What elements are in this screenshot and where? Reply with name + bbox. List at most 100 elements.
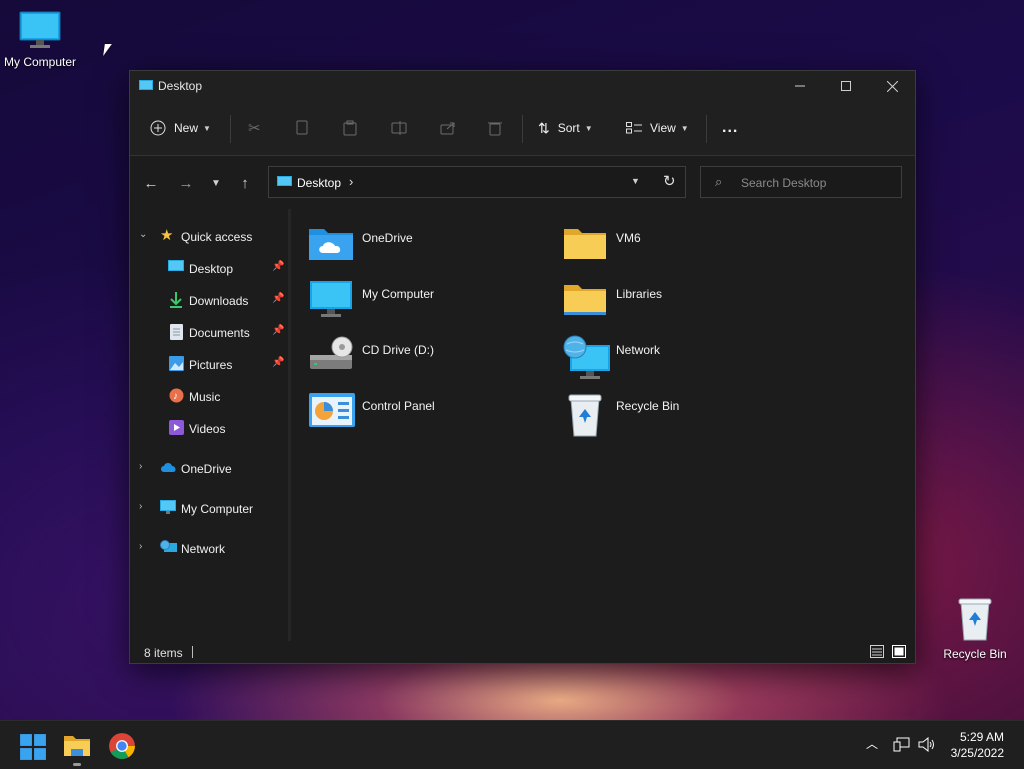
breadcrumb[interactable]: Desktop (297, 176, 341, 190)
chevron-right-icon[interactable]: › (139, 461, 142, 472)
forward-button[interactable]: → (175, 172, 197, 194)
close-button[interactable] (869, 71, 915, 101)
sort-icon: ⇅ (538, 119, 550, 136)
scissors-icon: ✂ (248, 120, 261, 137)
onedrive-folder-icon (309, 229, 353, 260)
sidebar-item-quick-access[interactable]: ⌄ ★ Quick access (130, 222, 288, 250)
details-view-icon[interactable] (870, 645, 884, 658)
file-item-libraries[interactable]: Libraries (562, 279, 802, 329)
show-hidden-icons-icon[interactable]: ︿ (866, 735, 878, 752)
sidebar-item-label: Network (181, 542, 226, 556)
paste-button[interactable] (343, 113, 357, 143)
chevron-right-icon[interactable]: › (139, 541, 142, 552)
sidebar-item-my-computer[interactable]: › My Computer (130, 494, 288, 522)
sidebar-item-videos[interactable]: Videos (130, 414, 288, 442)
sidebar-item-onedrive[interactable]: › OneDrive (130, 454, 288, 482)
cut-button[interactable]: ✂ (248, 113, 261, 143)
recycle-bin-icon (568, 394, 602, 437)
up-button[interactable]: ↑ (234, 172, 256, 194)
chrome-icon[interactable] (108, 732, 136, 760)
mouse-cursor-icon (103, 44, 117, 56)
rename-button[interactable] (391, 113, 407, 143)
window-title: Desktop (158, 79, 203, 93)
file-item-label: Network (616, 343, 661, 357)
file-item-label: Control Panel (362, 399, 435, 413)
pin-icon: 📌 (272, 293, 285, 304)
sidebar-item-label: Music (189, 390, 221, 404)
file-item-vm6[interactable]: VM6 (562, 223, 802, 273)
file-item-cd-drive[interactable]: CD Drive (D:) (308, 335, 548, 385)
sidebar-item-desktop[interactable]: Desktop 📌 (130, 254, 288, 282)
delete-button[interactable] (488, 113, 502, 143)
view-label: View (650, 121, 676, 135)
file-item-network[interactable]: Network (562, 335, 802, 385)
refresh-icon[interactable]: ↻ (663, 172, 676, 190)
sidebar-item-music[interactable]: ♪ Music (130, 382, 288, 410)
folder-icon (564, 229, 606, 259)
item-count: 8 items (144, 646, 183, 660)
new-button[interactable]: New ▼ (150, 113, 211, 143)
file-item-label: OneDrive (362, 231, 413, 245)
videos-icon (169, 420, 184, 435)
desktop-icon-my-computer[interactable]: My Computer (0, 10, 80, 69)
file-item-my-computer[interactable]: My Computer (308, 279, 548, 329)
sidebar-item-network[interactable]: › Network (130, 534, 288, 562)
view-button[interactable]: View ▼ (626, 113, 689, 143)
maximize-button[interactable] (823, 71, 869, 101)
volume-icon[interactable] (918, 737, 936, 752)
sidebar-item-label: Downloads (189, 294, 249, 308)
file-item-label: CD Drive (D:) (362, 343, 434, 357)
minimize-button[interactable] (777, 71, 823, 101)
new-label: New (174, 121, 199, 135)
file-item-control-panel[interactable]: Control Panel (308, 391, 548, 441)
status-bar: 8 items (130, 641, 915, 663)
pin-icon: 📌 (272, 261, 285, 272)
sidebar-item-downloads[interactable]: Downloads 📌 (130, 286, 288, 314)
desktop-icon-recycle-bin[interactable]: Recycle Bin (935, 596, 1015, 661)
share-button[interactable] (440, 113, 456, 143)
file-explorer-window: Desktop New ▼ ✂ ⇅ Sort ▼ View ▼ ... ← → … (129, 70, 916, 664)
sidebar-item-label: Desktop (189, 262, 234, 276)
monitor-icon (19, 11, 61, 48)
sort-button[interactable]: ⇅ Sort ▼ (538, 113, 593, 143)
network-icon (563, 335, 610, 379)
file-item-label: My Computer (362, 287, 435, 301)
back-button[interactable]: ← (140, 172, 162, 194)
desktop-icon (139, 80, 153, 90)
recent-locations-button[interactable]: ▼ (205, 172, 227, 194)
start-icon[interactable] (19, 733, 47, 761)
search-placeholder: Search Desktop (741, 176, 827, 190)
desktop-icon-label: Recycle Bin (943, 647, 1007, 661)
large-icons-view-icon[interactable] (892, 645, 906, 658)
title-bar[interactable]: Desktop (130, 71, 915, 101)
monitor-icon (310, 281, 352, 317)
system-clock[interactable]: 5:29 AM 3/25/2022 (951, 729, 1004, 761)
chevron-right-icon[interactable]: › (139, 501, 142, 512)
clock-time: 5:29 AM (959, 730, 1004, 744)
toolbar-separator (522, 115, 523, 143)
address-bar[interactable]: Desktop › ▼ ↻ (268, 166, 686, 198)
more-options-button[interactable]: ... (722, 113, 738, 143)
file-explorer-icon[interactable] (63, 731, 91, 759)
file-item-onedrive[interactable]: OneDrive (308, 223, 548, 273)
sidebar-item-documents[interactable]: Documents 📌 (130, 318, 288, 346)
chevron-down-icon: ▼ (584, 123, 593, 133)
control-panel-icon (309, 393, 355, 427)
sidebar-item-label: Pictures (189, 358, 233, 372)
search-box[interactable]: ⌕ Search Desktop (700, 166, 902, 198)
cloud-icon (161, 463, 176, 472)
network-status-icon[interactable] (893, 737, 910, 752)
file-item-label: Libraries (616, 287, 663, 301)
address-dropdown-icon[interactable]: ▼ (631, 176, 640, 186)
active-app-indicator (73, 763, 81, 766)
address-row: ← → ▼ ↑ Desktop › ▼ ↻ ⌕ Search Desktop (130, 156, 915, 210)
sidebar-item-label: My Computer (181, 502, 254, 516)
chevron-down-icon: ▼ (203, 123, 211, 133)
breadcrumb-chevron-icon[interactable]: › (349, 174, 353, 189)
taskbar: ︿ 5:29 AM 3/25/2022 (0, 720, 1024, 769)
copy-button[interactable] (296, 113, 310, 143)
file-item-recycle-bin[interactable]: Recycle Bin (562, 391, 802, 441)
sidebar-item-pictures[interactable]: Pictures 📌 (130, 350, 288, 378)
chevron-down-icon[interactable]: ⌄ (139, 229, 147, 240)
more-label: ... (722, 119, 739, 136)
